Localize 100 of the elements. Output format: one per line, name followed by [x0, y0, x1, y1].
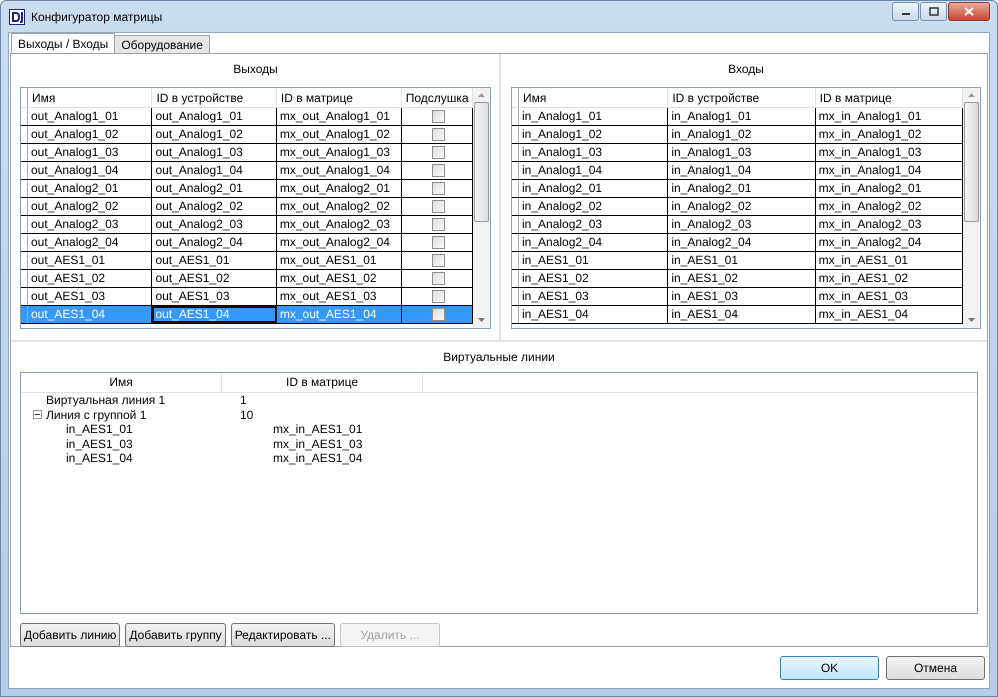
table-cell[interactable]: out_Analog2_01	[28, 180, 152, 197]
table-cell[interactable]: out_AES1_03	[28, 288, 152, 305]
minimize-button[interactable]	[892, 2, 919, 21]
column-header[interactable]: ID в матрице	[222, 373, 423, 392]
scroll-down-icon	[478, 318, 485, 323]
checkbox[interactable]	[432, 200, 446, 213]
action-button[interactable]: Добавить линию	[20, 623, 120, 647]
maximize-button[interactable]	[920, 2, 947, 21]
table-cell[interactable]: in_AES1_04	[668, 306, 816, 323]
table-cell[interactable]: out_Analog1_01	[28, 108, 152, 125]
tree-item[interactable]: Линия с группой 1	[46, 408, 146, 422]
tab[interactable]: Оборудование	[114, 35, 210, 53]
section-title: Виртуальные линии	[442, 349, 556, 366]
checkbox[interactable]	[432, 272, 446, 285]
table-cell[interactable]: out_AES1_02	[152, 270, 277, 287]
table-cell[interactable]: in_Analog1_01	[519, 108, 668, 125]
table-cell[interactable]: in_Analog2_02	[519, 198, 668, 215]
table-cell[interactable]: in_Analog2_03	[519, 216, 668, 233]
table-cell[interactable]: out_Analog1_04	[28, 162, 152, 179]
checkbox[interactable]	[432, 110, 446, 123]
table-cell[interactable]: in_Analog1_03	[668, 144, 816, 161]
section-title: Выходы	[232, 61, 279, 78]
table-cell[interactable]: mx_out_AES1_02	[276, 270, 402, 287]
table-cell[interactable]: in_Analog2_01	[519, 180, 668, 197]
checkbox[interactable]	[432, 236, 446, 249]
tree-item[interactable]: in_AES1_03	[66, 436, 133, 451]
table-cell[interactable]: out_Analog1_04	[152, 162, 277, 179]
table-cell[interactable]: mx_out_Analog1_01	[276, 108, 402, 125]
tab[interactable]: Выходы / Входы	[11, 33, 116, 53]
table-cell[interactable]: mx_out_AES1_03	[276, 288, 402, 305]
close-icon	[964, 7, 974, 16]
table-cell[interactable]: in_Analog2_03	[668, 216, 816, 233]
table-cell[interactable]: out_Analog1_02	[28, 126, 152, 143]
table-cell[interactable]: out_Analog1_02	[152, 126, 277, 143]
action-button[interactable]: Добавить группу	[125, 623, 226, 647]
scrollbar[interactable]	[963, 88, 980, 328]
column-header[interactable]: ID в устройстве	[152, 88, 277, 107]
table-cell[interactable]: out_Analog1_03	[152, 144, 277, 161]
checkbox[interactable]	[432, 146, 446, 159]
table-cell[interactable]: in_AES1_03	[668, 288, 816, 305]
table-cell[interactable]: out_Analog2_02	[28, 198, 152, 215]
table-cell[interactable]: in_Analog1_01	[668, 108, 816, 125]
checkbox[interactable]	[432, 128, 446, 141]
close-button[interactable]	[948, 2, 990, 21]
dialog-button[interactable]: Отмена	[886, 656, 985, 680]
action-button[interactable]: Редактировать ...	[230, 623, 335, 647]
table-cell[interactable]: mx_out_Analog1_02	[276, 126, 402, 143]
table-cell[interactable]: in_AES1_02	[519, 270, 668, 287]
column-header[interactable]: Имя	[28, 88, 152, 107]
checkbox[interactable]	[432, 308, 446, 321]
table-cell[interactable]: in_AES1_01	[668, 252, 816, 269]
table-cell[interactable]: mx_out_Analog1_04	[276, 162, 402, 179]
collapse-toggle[interactable]	[33, 410, 42, 420]
table-cell[interactable]: out_AES1_01	[152, 252, 277, 269]
checkbox[interactable]	[432, 164, 446, 177]
column-header[interactable]: ID в устройстве	[668, 88, 816, 107]
table-cell[interactable]: out_Analog1_01	[152, 108, 277, 125]
dialog-button[interactable]: OK	[780, 656, 879, 680]
table-cell[interactable]: out_Analog2_03	[28, 216, 152, 233]
scrollbar[interactable]	[473, 88, 490, 328]
table-cell[interactable]: mx_out_Analog2_04	[276, 234, 402, 251]
app-logo-icon	[9, 8, 25, 24]
tree-cell: mx_in_AES1_04	[273, 451, 362, 466]
checkbox[interactable]	[432, 290, 446, 303]
table-cell[interactable]: out_AES1_03	[152, 288, 277, 305]
table-cell[interactable]: mx_out_Analog2_02	[276, 198, 402, 215]
table-cell[interactable]: in_Analog1_03	[519, 144, 668, 161]
table-cell[interactable]: in_Analog1_04	[519, 162, 668, 179]
table-cell[interactable]: mx_out_Analog2_01	[276, 180, 402, 197]
table-cell[interactable]: mx_out_Analog1_03	[276, 144, 402, 161]
table-cell[interactable]: out_Analog2_03	[152, 216, 277, 233]
table-cell[interactable]: out_Analog2_01	[152, 180, 277, 197]
table-cell[interactable]: out_Analog2_04	[152, 234, 277, 251]
table-cell[interactable]: in_Analog2_04	[668, 234, 816, 251]
table-cell[interactable]: in_Analog2_04	[519, 234, 668, 251]
table-cell[interactable]: in_Analog1_02	[668, 126, 816, 143]
table-cell[interactable]: in_AES1_03	[519, 288, 668, 305]
tree-item[interactable]: in_AES1_04	[66, 451, 133, 466]
table-cell[interactable]: out_Analog2_04	[28, 234, 152, 251]
table-cell[interactable]: in_Analog1_04	[668, 162, 816, 179]
table-cell[interactable]: in_Analog1_02	[519, 126, 668, 143]
tree-item[interactable]: Виртуальная линия 1	[46, 393, 166, 408]
table-cell[interactable]: in_AES1_02	[668, 270, 816, 287]
table-cell[interactable]: out_Analog1_03	[28, 144, 152, 161]
table-cell[interactable]: mx_out_Analog2_03	[276, 216, 402, 233]
column-header[interactable]: ID в матрице	[276, 88, 402, 107]
column-header[interactable]: Имя	[21, 373, 222, 392]
table-cell[interactable]: out_Analog2_02	[152, 198, 277, 215]
table-cell[interactable]: out_AES1_01	[28, 252, 152, 269]
table-cell[interactable]: in_Analog2_02	[668, 198, 816, 215]
tree-item[interactable]: in_AES1_01	[66, 422, 133, 436]
table-cell[interactable]: mx_out_AES1_01	[276, 252, 402, 269]
column-header[interactable]: Имя	[519, 88, 668, 107]
table-cell[interactable]: out_AES1_02	[28, 270, 152, 287]
checkbox[interactable]	[432, 254, 446, 267]
checkbox[interactable]	[432, 182, 446, 195]
table-cell[interactable]: in_Analog2_01	[668, 180, 816, 197]
checkbox[interactable]	[432, 218, 446, 231]
table-cell[interactable]: in_AES1_04	[519, 306, 668, 323]
table-cell[interactable]: in_AES1_01	[519, 252, 668, 269]
